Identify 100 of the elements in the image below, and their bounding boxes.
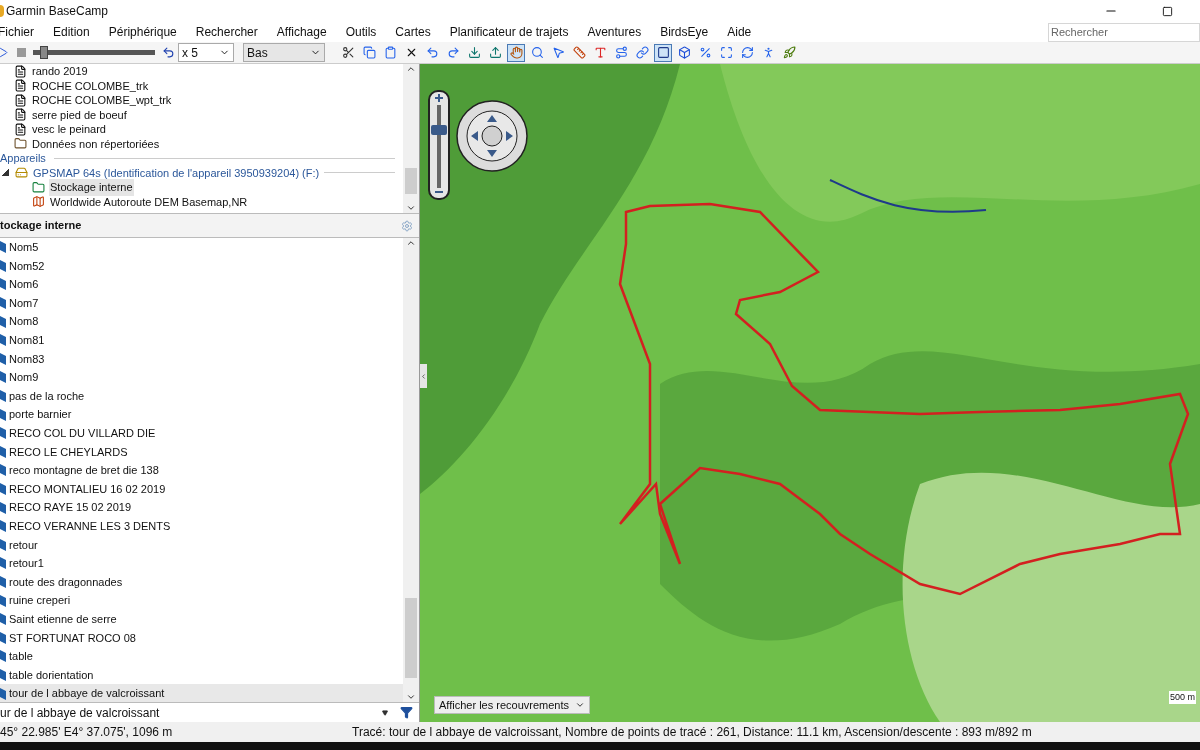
menu-item[interactable]: Planificateur de trajets [449,23,569,41]
tree-item[interactable]: serre pied de boeuf [31,106,128,123]
list-item[interactable]: Nom6 [9,276,39,293]
slider-thumb[interactable] [39,46,48,59]
hand-icon [509,46,523,59]
reset-icon[interactable] [162,46,175,59]
scroll-thumb[interactable] [405,598,417,678]
list-item[interactable]: pas de la roche [9,387,85,405]
track-icon [0,334,6,347]
download-icon [467,46,481,59]
square-tool[interactable] [654,43,672,62]
list-item[interactable]: route des dragonnades [9,573,123,591]
list-item[interactable]: Nom9 [9,369,39,386]
filter-field[interactable]: ur de l abbaye de valcroissant [0,703,382,722]
quality-dropdown[interactable]: Bas [243,43,325,62]
copy-tool[interactable] [360,43,378,62]
tree-item[interactable]: vesc le peinard [31,121,107,138]
scroll-up-icon[interactable] [406,64,416,74]
maximize-icon[interactable] [1162,5,1173,17]
zoom-slider[interactable] [428,90,450,200]
zoom-in-icon[interactable] [435,94,443,102]
tree-item[interactable]: ROCHE COLOMBE_wpt_trk [31,92,173,109]
dropdown-arrow-icon[interactable] [382,709,388,716]
list-item[interactable]: table dorientation [9,666,94,684]
link-icon [635,46,649,59]
document-icon [14,122,27,136]
menu-item[interactable]: Rechercher [195,23,258,41]
list-item[interactable]: Nom81 [9,332,45,349]
list-item[interactable]: Nom83 [9,350,45,368]
tree-item[interactable]: ROCHE COLOMBE_trk [31,77,150,94]
menu-item[interactable]: BirdsEye [660,23,709,41]
track-icon [0,613,6,626]
document-icon [14,108,27,122]
filter-icon[interactable] [400,706,413,719]
list-item[interactable]: RECO MONTALIEU 16 02 2019 [9,480,166,498]
clipboard-icon [383,46,397,59]
menu-item[interactable]: Cartes [395,23,431,41]
ruler-tool[interactable] [570,43,588,62]
track-icon [0,315,6,328]
menu-item[interactable]: Aide [727,23,752,41]
tree-item[interactable]: Données non répertoriées [31,135,161,152]
hand-tool[interactable] [507,43,525,62]
play-icon[interactable] [0,47,8,58]
sync-icon [740,46,754,59]
collapse-handle[interactable] [420,364,427,388]
list-item[interactable]: Nom8 [9,313,39,330]
panel-title: tockage interne [0,218,82,234]
window-title: Garmin BaseCamp [6,3,109,20]
track-icon [0,427,6,440]
device-icon [15,166,28,180]
rocket-icon [782,46,796,59]
list-item[interactable]: RECO LE CHEYLARDS [9,443,128,461]
menu-item[interactable]: Aventures [587,23,642,41]
zoom-thumb[interactable] [431,125,447,136]
list-item[interactable]: retour [9,536,38,554]
menu-item[interactable]: Outils [345,23,377,41]
route-icon [614,46,628,59]
menu-item[interactable]: Edition [53,23,90,41]
list-item[interactable]: Nom7 [9,294,39,312]
tree-item[interactable]: Stockage interne [49,179,134,196]
scissors-icon [341,46,355,59]
track-icon [0,241,6,254]
section-heading: Appareils [0,151,46,166]
tree-item[interactable]: GPSMAP 64s (Identification de l'appareil 3950939204) (F:) [32,164,321,181]
list-item[interactable]: table [9,648,33,665]
tree-item[interactable]: Worldwide Autoroute DEM Basemap,NR [49,193,249,210]
link-tool[interactable] [633,43,651,62]
scroll-up-icon[interactable] [406,238,416,248]
search-field[interactable]: Rechercher [1048,22,1200,42]
list-item[interactable]: RECO RAYE 15 02 2019 [9,499,132,516]
scroll-down-icon[interactable] [406,203,416,213]
list-item[interactable]: reco montagne de bret die 138 [9,462,159,479]
scroll-down-icon[interactable] [406,692,416,702]
coordinates-text: 45° 22.985' E4° 37.075', 1096 m [0,724,174,741]
scroll-thumb[interactable] [405,168,417,194]
list-item[interactable]: ruine creperi [9,592,71,609]
overlays-dropdown[interactable]: Afficher les recouvrements [434,696,590,714]
list-item[interactable]: Saint etienne de serre [9,610,117,628]
track-icon [0,352,6,365]
app-icon [0,5,4,17]
tree-item[interactable]: rando 2019 [31,64,89,80]
menu-item[interactable]: Périphérique [108,23,177,41]
track-icon [0,576,6,588]
map-view[interactable]: Afficher les recouvrements 500 m [420,64,1200,722]
list-item[interactable]: RECO COL DU VILLARD DIE [9,425,156,442]
list-item[interactable]: ST FORTUNAT ROCO 08 [9,629,136,646]
list-item[interactable]: retour1 [9,555,44,572]
track-icon [0,538,6,551]
scrollbar[interactable] [403,238,419,702]
pan-control-icon[interactable] [456,100,528,172]
speed-dropdown[interactable]: x 5 [178,43,234,62]
list-item[interactable]: Nom5 [9,239,39,256]
list-item[interactable]: Nom52 [9,257,45,275]
menu-item[interactable]: Affichage [276,23,327,41]
track-icon [0,501,6,514]
list-item[interactable]: RECO VERANNE LES 3 DENTS [9,517,171,535]
list-item[interactable]: porte barnier [9,406,72,423]
expanded-arrow-icon[interactable] [2,169,9,177]
square-icon [656,46,670,59]
scrollbar[interactable] [403,64,419,213]
